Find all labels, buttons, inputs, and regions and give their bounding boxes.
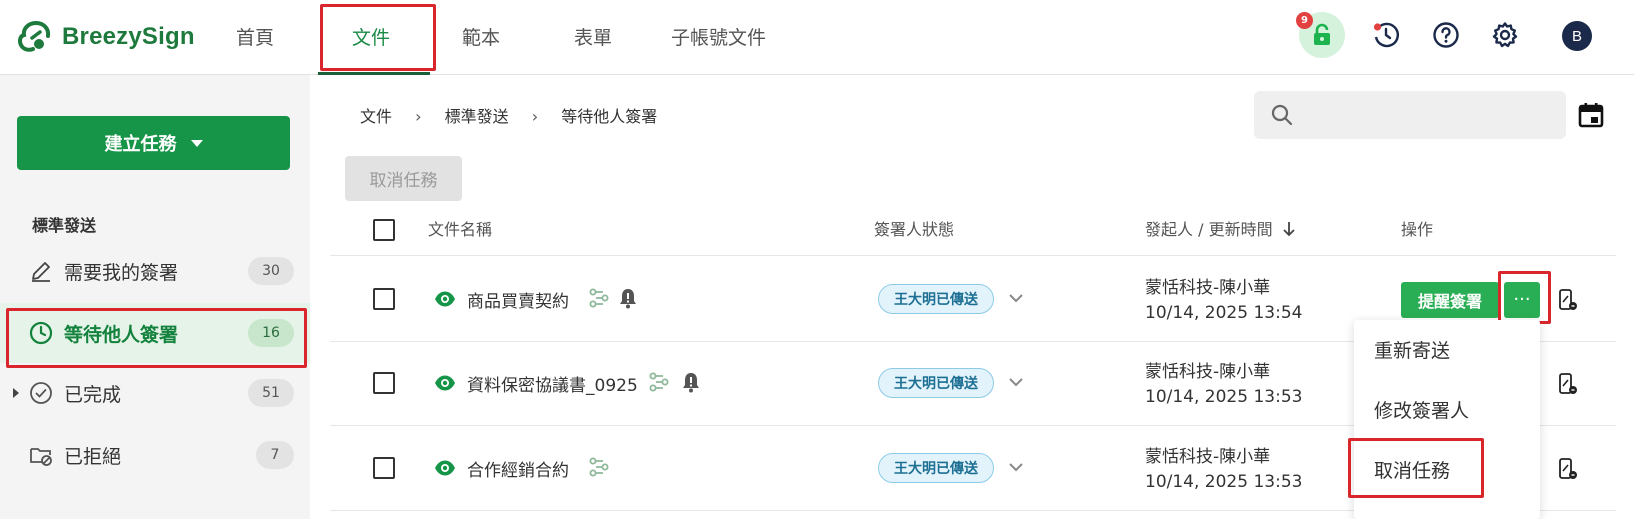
breadcrumb-item[interactable]: 文件 [360, 103, 392, 127]
remind-sign-button[interactable]: 提醒簽署 [1401, 282, 1499, 318]
column-header-status: 簽署人狀態 [874, 220, 955, 239]
user-avatar[interactable]: B [1562, 21, 1592, 51]
eye-icon[interactable] [434, 290, 456, 308]
sidebar-item-label: 已拒絕 [64, 445, 122, 468]
breadcrumb-item[interactable]: 標準發送 [445, 103, 509, 127]
sidebar-item-label: 需要我的簽署 [64, 261, 179, 284]
chevron-right-icon: › [415, 107, 422, 126]
mobile-sign-icon[interactable] [1557, 457, 1579, 481]
sender-info: 蒙恬科技-陳小華 10/14, 2025 13:53 [1145, 445, 1302, 495]
document-name[interactable]: 資料保密協議書_0925 [467, 371, 638, 396]
history-icon [1373, 22, 1400, 48]
mobile-sign-icon[interactable] [1557, 372, 1579, 396]
chevron-right-icon: › [531, 107, 539, 126]
nav-home[interactable]: 首頁 [236, 23, 274, 50]
row-checkbox[interactable] [373, 288, 395, 310]
table-header: 文件名稱 簽署人狀態 發起人 / 更新時間 操作 [330, 200, 1616, 256]
nav-subaccount-docs[interactable]: 子帳號文件 [671, 23, 766, 50]
workflow-icon [589, 457, 609, 477]
workflow-icon [649, 372, 669, 392]
sidebar-item-label: 已完成 [64, 383, 122, 406]
settings-button[interactable] [1490, 20, 1520, 50]
brand-logo[interactable]: BreezySign [18, 20, 195, 54]
count-badge: 7 [256, 441, 294, 469]
sidebar-item-rejected[interactable]: 已拒絕 7 [0, 427, 310, 483]
chevron-down-icon[interactable] [1007, 458, 1025, 476]
document-name[interactable]: 商品買賣契約 [467, 287, 569, 312]
settings-icon [1492, 22, 1518, 48]
sender-info: 蒙恬科技-陳小華 10/14, 2025 13:53 [1145, 360, 1302, 410]
mobile-sign-icon[interactable] [1557, 288, 1579, 312]
help-icon [1433, 22, 1459, 48]
column-header-sender[interactable]: 發起人 / 更新時間 [1145, 216, 1296, 240]
highlight-more-button [1498, 271, 1551, 324]
nav-forms[interactable]: 表單 [574, 23, 612, 50]
active-tab-indicator [318, 72, 430, 75]
bell-icon [620, 289, 636, 309]
row-checkbox[interactable] [373, 457, 395, 479]
signer-status-badge[interactable]: 王大明已傳送 [878, 284, 994, 314]
cancel-task-button[interactable]: 取消任務 [345, 156, 462, 201]
history-button[interactable] [1371, 20, 1401, 50]
lock-badge: 9 [1296, 12, 1313, 29]
bell-icon [683, 373, 699, 393]
logo-icon [18, 21, 51, 52]
create-task-button[interactable]: 建立任務 [17, 116, 290, 170]
pen-icon [29, 259, 53, 283]
menu-item-resend[interactable]: 重新寄送 [1354, 320, 1540, 378]
highlight-nav-documents [320, 4, 436, 71]
sidebar: 建立任務 標準發送 需要我的簽署 30 等待他人簽署 16 已完成 51 已拒絕… [0, 75, 310, 519]
nav-templates[interactable]: 範本 [462, 23, 500, 50]
sidebar-item-need-my-signature[interactable]: 需要我的簽署 30 [0, 243, 310, 299]
update-time: 10/14, 2025 13:54 [1145, 303, 1303, 323]
update-time: 10/14, 2025 13:53 [1145, 472, 1303, 492]
caret-down-icon [190, 139, 203, 147]
brand-name: BreezySign [62, 23, 195, 50]
folder-block-icon [29, 443, 53, 467]
sidebar-item-completed[interactable]: 已完成 51 [0, 365, 310, 421]
eye-icon[interactable] [434, 459, 456, 477]
menu-item-edit-signers[interactable]: 修改簽署人 [1354, 380, 1540, 438]
breadcrumb-item-current: 等待他人簽署 [561, 107, 658, 126]
column-header-sender-label: 發起人 / 更新時間 [1145, 220, 1273, 239]
highlight-cancel-task [1348, 438, 1484, 498]
signer-status-badge[interactable]: 王大明已傳送 [878, 453, 994, 483]
sender-name: 蒙恬科技-陳小華 [1145, 278, 1271, 298]
sender-name: 蒙恬科技-陳小華 [1145, 447, 1271, 467]
search-input[interactable] [1306, 99, 1556, 131]
column-header-actions: 操作 [1401, 220, 1434, 239]
top-bar: BreezySign 首頁 文件 範本 表單 子帳號文件 9 B [0, 0, 1634, 75]
highlight-sidebar-active [6, 308, 307, 368]
search-box[interactable] [1254, 91, 1566, 139]
calendar-icon[interactable] [1578, 102, 1604, 128]
help-button[interactable] [1431, 20, 1461, 50]
sender-name: 蒙恬科技-陳小華 [1145, 362, 1271, 382]
workflow-icon [589, 288, 609, 308]
check-circle-icon [29, 381, 53, 405]
chevron-down-icon[interactable] [1007, 289, 1025, 307]
select-all-checkbox[interactable] [373, 219, 395, 241]
eye-icon[interactable] [434, 374, 456, 392]
sort-down-icon [1283, 222, 1295, 237]
column-header-name: 文件名稱 [428, 220, 493, 239]
breadcrumb: 文件 › 標準發送 › 等待他人簽署 [360, 103, 657, 127]
expand-arrow-icon[interactable] [13, 388, 19, 398]
sender-info: 蒙恬科技-陳小華 10/14, 2025 13:54 [1145, 276, 1302, 326]
count-badge: 51 [248, 379, 294, 407]
signer-status-badge[interactable]: 王大明已傳送 [878, 368, 994, 398]
lock-icon [1314, 23, 1330, 45]
search-icon [1271, 104, 1293, 126]
row-checkbox[interactable] [373, 372, 395, 394]
chevron-down-icon[interactable] [1007, 373, 1025, 391]
document-name[interactable]: 合作經銷合約 [467, 456, 569, 481]
count-badge: 30 [248, 257, 294, 285]
update-time: 10/14, 2025 13:53 [1145, 387, 1303, 407]
create-task-label: 建立任務 [104, 134, 177, 155]
sidebar-section-title: 標準發送 [32, 216, 97, 235]
